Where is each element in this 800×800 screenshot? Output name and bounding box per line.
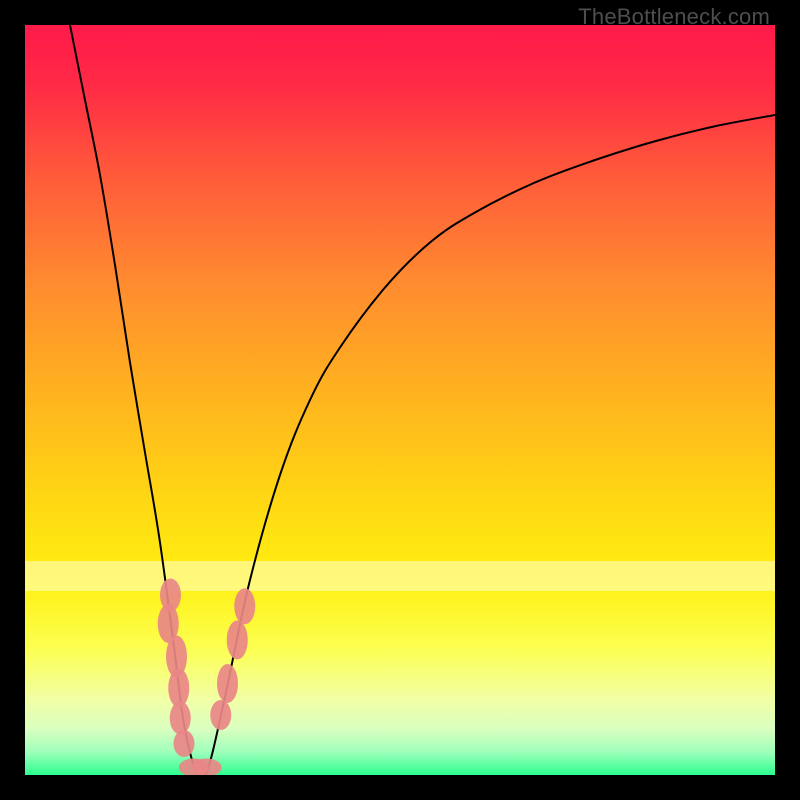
marker-point xyxy=(170,702,191,735)
marker-group xyxy=(158,579,256,776)
marker-point xyxy=(227,621,248,660)
chart-frame: TheBottleneck.com xyxy=(0,0,800,800)
marker-point xyxy=(174,730,195,757)
marker-point xyxy=(217,664,238,703)
marker-point xyxy=(210,700,231,730)
plot-area xyxy=(25,25,775,775)
chart-svg xyxy=(25,25,775,775)
marker-point xyxy=(234,588,255,624)
marker-point xyxy=(168,669,189,708)
